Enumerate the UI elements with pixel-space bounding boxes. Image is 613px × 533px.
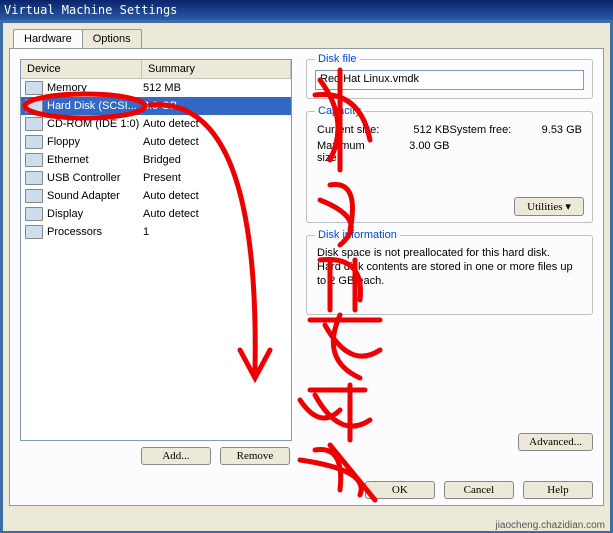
floppy-icon	[25, 135, 43, 149]
ethernet-icon	[25, 153, 43, 167]
memory-icon	[25, 81, 43, 95]
disk-info-group: Disk information Disk space is not preal…	[306, 235, 593, 315]
cancel-button[interactable]: Cancel	[444, 481, 514, 499]
title-bar: Virtual Machine Settings	[0, 0, 613, 20]
chevron-down-icon: ▾	[565, 201, 571, 213]
window-title: Virtual Machine Settings	[4, 0, 177, 20]
dialog-buttons: OK Cancel Help	[359, 481, 593, 499]
row-harddisk[interactable]: Hard Disk (SCSI...3.0 GB	[21, 97, 291, 115]
row-memory[interactable]: Memory512 MB	[21, 79, 291, 97]
tab-strip: Hardware Options	[3, 23, 610, 48]
capacity-group: Capacity Current size:512 KBSystem free:…	[306, 111, 593, 223]
current-size-label: Current size:	[317, 124, 383, 136]
system-free-value: 9.53 GB	[516, 124, 582, 136]
display-icon	[25, 207, 43, 221]
col-summary[interactable]: Summary	[142, 60, 291, 78]
utilities-button[interactable]: Utilities ▾	[514, 197, 584, 216]
device-list[interactable]: Device Summary Memory512 MB Hard Disk (S…	[20, 59, 292, 441]
row-usb[interactable]: USB ControllerPresent	[21, 169, 291, 187]
tab-hardware[interactable]: Hardware	[13, 29, 83, 48]
usb-icon	[25, 171, 43, 185]
footer-watermark: jiaocheng.chazidian.com	[495, 520, 605, 531]
add-button[interactable]: Add...	[141, 447, 211, 465]
row-floppy[interactable]: FloppyAuto detect	[21, 133, 291, 151]
max-size-label: Maximum size:	[317, 140, 383, 164]
tab-panel: Device Summary Memory512 MB Hard Disk (S…	[9, 48, 604, 506]
help-button[interactable]: Help	[523, 481, 593, 499]
tab-options[interactable]: Options	[82, 29, 142, 48]
disk-info-legend: Disk information	[315, 229, 400, 241]
dialog-body: Hardware Options Device Summary Memory51…	[3, 23, 610, 531]
ok-button[interactable]: OK	[365, 481, 435, 499]
remove-button[interactable]: Remove	[220, 447, 290, 465]
row-processors[interactable]: Processors1	[21, 223, 291, 241]
device-list-header: Device Summary	[21, 60, 291, 79]
disk-info-line2: Hard disk contents are stored in one or …	[317, 260, 582, 288]
row-display[interactable]: DisplayAuto detect	[21, 205, 291, 223]
max-size-value: 3.00 GB	[383, 140, 449, 164]
capacity-legend: Capacity	[315, 105, 364, 117]
row-cdrom[interactable]: CD-ROM (IDE 1:0)Auto detect	[21, 115, 291, 133]
device-buttons: Add... Remove	[20, 447, 290, 465]
row-sound[interactable]: Sound AdapterAuto detect	[21, 187, 291, 205]
advanced-button[interactable]: Advanced...	[518, 433, 593, 451]
system-free-label: System free:	[450, 124, 516, 136]
disk-file-group: Disk file Red Hat Linux.vmdk	[306, 59, 593, 99]
row-ethernet[interactable]: EthernetBridged	[21, 151, 291, 169]
sound-icon	[25, 189, 43, 203]
harddisk-icon	[25, 99, 43, 113]
disk-file-field[interactable]: Red Hat Linux.vmdk	[315, 70, 584, 90]
disk-info-line1: Disk space is not preallocated for this …	[317, 246, 582, 260]
processors-icon	[25, 225, 43, 239]
cdrom-icon	[25, 117, 43, 131]
disk-file-legend: Disk file	[315, 53, 360, 65]
col-device[interactable]: Device	[21, 60, 142, 78]
current-size-value: 512 KB	[383, 124, 449, 136]
